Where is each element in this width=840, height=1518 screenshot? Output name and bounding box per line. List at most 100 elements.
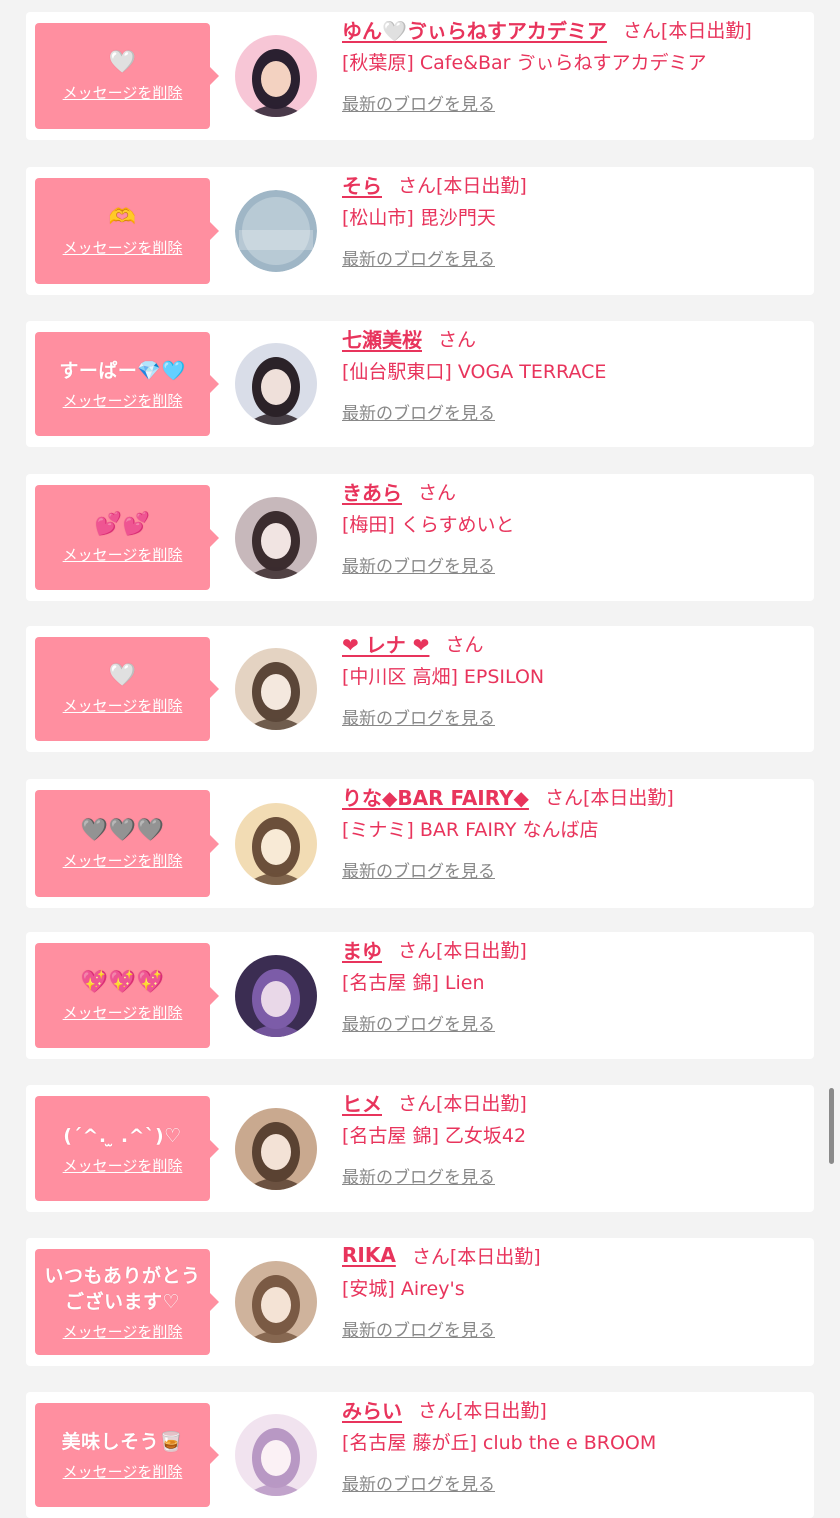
message-text: (ˊ^. ̫ .^ˋ)♡	[63, 1124, 182, 1147]
avatar[interactable]	[235, 190, 317, 272]
message-bubble: 💕💕 メッセージを削除	[35, 485, 219, 590]
delete-message-link[interactable]: メッセージを削除	[63, 1157, 183, 1175]
message-bubble: すーぱー💎🩵 メッセージを削除	[35, 332, 219, 436]
latest-blog-link[interactable]: 最新のブログを見る	[342, 90, 495, 115]
avatar[interactable]	[235, 648, 317, 730]
profile-info: りな◆BAR FAIRY◆ さん [本日出勤] [ミナミ] BAR FAIRY なんば…	[342, 781, 804, 883]
cast-name-link[interactable]: そら	[342, 170, 382, 199]
shop-location: [名古屋 藤が丘] club the e BROOM	[342, 1432, 657, 1454]
message-bubble: 🤍 メッセージを削除	[35, 637, 219, 741]
latest-blog-link[interactable]: 最新のブログを見る	[342, 704, 495, 729]
shop-location: [秋葉原] Cafe&Bar ゔぃらねすアカデミア	[342, 52, 707, 74]
latest-blog-link[interactable]: 最新のブログを見る	[342, 1010, 495, 1035]
shop-location: [安城] Airey's	[342, 1278, 465, 1300]
working-today-badge: [本日出勤]	[582, 786, 674, 809]
honorific-label: さん	[418, 1399, 457, 1422]
honorific-label: さん	[438, 328, 477, 351]
honorific-label: さん	[544, 786, 583, 809]
message-bubble: (ˊ^. ̫ .^ˋ)♡ メッセージを削除	[35, 1096, 219, 1201]
working-today-badge: [本日出勤]	[436, 1092, 527, 1115]
delete-message-link[interactable]: メッセージを削除	[63, 1463, 183, 1481]
latest-blog-link[interactable]: 最新のブログを見る	[342, 1316, 495, 1341]
shop-location: [名古屋 錦] 乙女坂42	[342, 1125, 527, 1147]
avatar[interactable]	[235, 1108, 317, 1190]
latest-blog-link[interactable]: 最新のブログを見る	[342, 245, 495, 270]
message-card: いつもありがとうございます♡ メッセージを削除 RIKA さん [本日出勤] [安城] A…	[26, 1238, 814, 1366]
delete-message-link[interactable]: メッセージを削除	[63, 1323, 183, 1341]
message-bubble: 💖💖💖 メッセージを削除	[35, 943, 219, 1048]
cast-name-link[interactable]: まゆ	[342, 935, 382, 964]
message-text: 🫶	[108, 205, 137, 230]
profile-info: そら さん [本日出勤] [松山市] 毘沙門天 最新のブログを見る	[342, 169, 804, 271]
cast-name-link[interactable]: みらい	[342, 1395, 402, 1424]
avatar[interactable]	[235, 1414, 317, 1496]
message-text: すーぱー💎🩵	[59, 360, 186, 382]
profile-info: RIKA さん [本日出勤] [安城] Airey's 最新のブログを見る	[342, 1240, 804, 1341]
honorific-label: さん	[398, 939, 437, 962]
avatar[interactable]	[235, 343, 317, 425]
honorific-label: さん	[411, 1245, 450, 1268]
profile-info: 七瀬美桜 さん [仙台駅東口] VOGA TERRACE 最新のブログを見る	[342, 323, 804, 425]
avatar[interactable]	[235, 803, 317, 885]
message-text: 💕💕	[94, 511, 151, 537]
delete-message-link[interactable]: メッセージを削除	[63, 1004, 183, 1022]
cast-name-link[interactable]: きあら	[342, 477, 402, 506]
cast-name-link[interactable]: ヒメ	[342, 1088, 382, 1117]
cast-name-link[interactable]: RIKA	[342, 1243, 396, 1267]
profile-info: きあら さん [梅田] くらすめいと 最新のブログを見る	[342, 476, 804, 578]
delete-message-link[interactable]: メッセージを削除	[63, 239, 183, 257]
latest-blog-link[interactable]: 最新のブログを見る	[342, 1470, 495, 1495]
message-card: 🩶🩶🩶 メッセージを削除 りな◆BAR FAIRY◆ さん [本日出勤] [ミナミ] BA…	[26, 779, 814, 908]
avatar[interactable]	[235, 497, 317, 579]
message-text: 美味しそう🥃	[61, 1431, 184, 1453]
profile-info: ゆん🤍ゔぃらねすアカデミア さん [本日出勤] [秋葉原] Cafe&Bar ゔぃらね…	[342, 14, 804, 116]
working-today-badge: [本日出勤]	[436, 939, 527, 962]
delete-message-link[interactable]: メッセージを削除	[63, 852, 183, 870]
latest-blog-link[interactable]: 最新のブログを見る	[342, 552, 495, 577]
cast-name-link[interactable]: ゆん🤍ゔぃらねすアカデミア	[342, 15, 607, 44]
avatar[interactable]	[235, 35, 317, 117]
avatar[interactable]	[235, 955, 317, 1037]
shop-location: [ミナミ] BAR FAIRY なんば店	[342, 819, 599, 841]
delete-message-link[interactable]: メッセージを削除	[63, 84, 183, 102]
message-card: 🤍 メッセージを削除 ゆん🤍ゔぃらねすアカデミア さん [本日出勤] [秋葉原] Cafe…	[26, 12, 814, 140]
message-text: いつもありがとうございます♡	[44, 1265, 201, 1313]
message-text: 💖💖💖	[80, 969, 165, 995]
message-bubble: 🫶 メッセージを削除	[35, 178, 219, 284]
shop-location: [名古屋 錦] Lien	[342, 972, 485, 994]
profile-info: ヒメ さん [本日出勤] [名古屋 錦] 乙女坂42 最新のブログを見る	[342, 1087, 804, 1189]
message-bubble: 美味しそう🥃 メッセージを削除	[35, 1403, 219, 1507]
latest-blog-link[interactable]: 最新のブログを見る	[342, 857, 495, 882]
delete-message-link[interactable]: メッセージを削除	[63, 392, 183, 410]
honorific-label: さん	[398, 174, 437, 197]
message-bubble: 🤍 メッセージを削除	[35, 23, 219, 129]
message-text: 🩶🩶🩶	[80, 817, 165, 843]
delete-message-link[interactable]: メッセージを削除	[63, 697, 183, 715]
latest-blog-link[interactable]: 最新のブログを見る	[342, 1163, 495, 1188]
working-today-badge: [本日出勤]	[456, 1399, 547, 1422]
honorific-label: さん	[418, 481, 457, 504]
message-card: すーぱー💎🩵 メッセージを削除 七瀬美桜 さん [仙台駅東口] VOGA TERRACE…	[26, 321, 814, 447]
shop-location: [中川区 高畑] EPSILON	[342, 666, 545, 688]
working-today-badge: [本日出勤]	[436, 174, 527, 197]
profile-info: ❤︎ レナ ❤︎ さん [中川区 高畑] EPSILON 最新のブログを見る	[342, 628, 804, 730]
scrollbar[interactable]	[829, 1088, 834, 1164]
honorific-label: さん	[398, 1092, 437, 1115]
working-today-badge: [本日出勤]	[660, 19, 752, 42]
avatar[interactable]	[235, 1261, 317, 1343]
cast-name-link[interactable]: ❤︎ レナ ❤︎	[342, 629, 429, 658]
delete-message-link[interactable]: メッセージを削除	[63, 546, 183, 564]
message-card: 🤍 メッセージを削除 ❤︎ レナ ❤︎ さん [中川区 高畑] EPSILON 最新のブロ…	[26, 626, 814, 752]
working-today-badge: [本日出勤]	[449, 1245, 541, 1268]
message-text: 🤍	[108, 663, 137, 688]
cast-name-link[interactable]: りな◆BAR FAIRY◆	[342, 782, 529, 811]
message-text: 🤍	[108, 50, 137, 75]
message-card: 💖💖💖 メッセージを削除 まゆ さん [本日出勤] [名古屋 錦] Lien 最新のブログを…	[26, 932, 814, 1059]
latest-blog-link[interactable]: 最新のブログを見る	[342, 399, 495, 424]
message-bubble: いつもありがとうございます♡ メッセージを削除	[35, 1249, 219, 1355]
message-card: 🫶 メッセージを削除 そら さん [本日出勤] [松山市] 毘沙門天 最新のブログを見る	[26, 167, 814, 295]
cast-name-link[interactable]: 七瀬美桜	[342, 324, 422, 353]
profile-info: みらい さん [本日出勤] [名古屋 藤が丘] club the e BROOM 最新の…	[342, 1394, 804, 1496]
honorific-label: さん	[622, 19, 661, 42]
shop-location: [松山市] 毘沙門天	[342, 207, 496, 229]
